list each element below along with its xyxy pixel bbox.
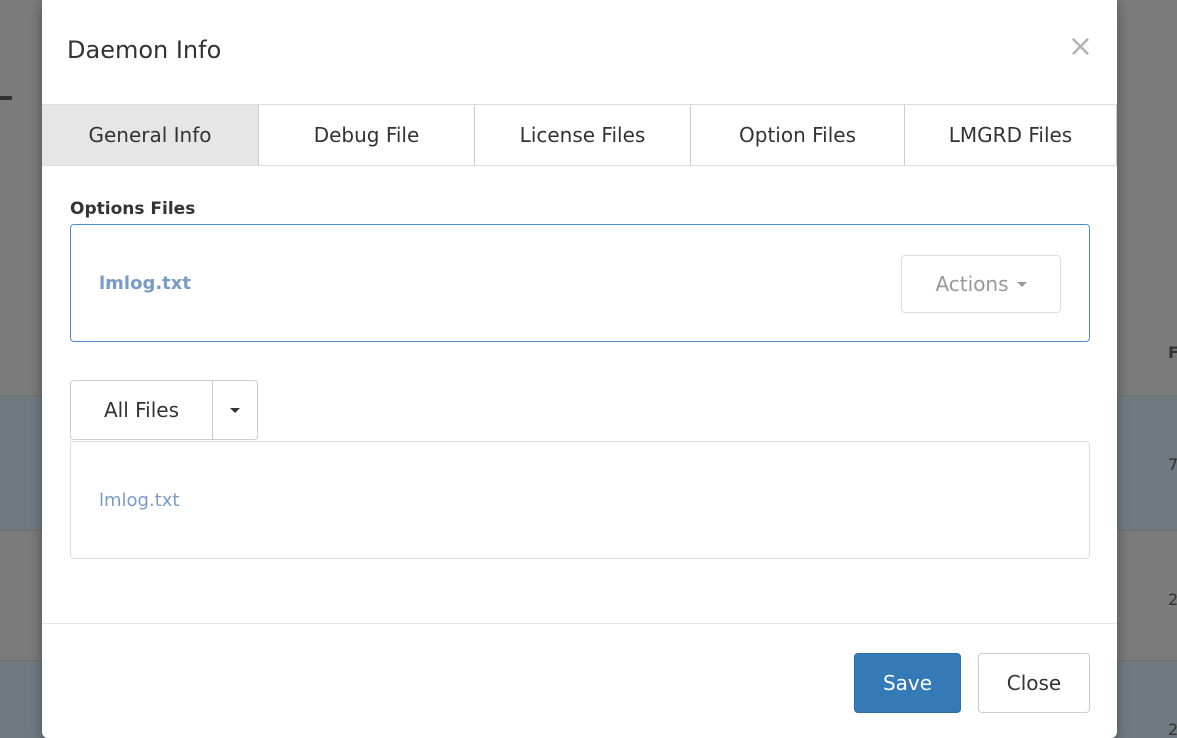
daemon-info-modal: Daemon Info × General Info Debug File Li… <box>42 0 1117 738</box>
tab-debug-file[interactable]: Debug File <box>259 105 475 165</box>
modal-title: Daemon Info <box>67 36 222 64</box>
background-fragment <box>0 96 12 100</box>
files-filter-dropdown: All Files <box>70 380 258 440</box>
caret-down-icon <box>230 407 240 413</box>
background-cell-fragment: 2 <box>1168 720 1177 738</box>
files-list-panel: lmlog.txt <box>70 441 1090 559</box>
modal-footer: Save Close <box>42 623 1117 738</box>
file-list-item[interactable]: lmlog.txt <box>99 490 179 511</box>
background-header-fragment: F <box>1168 343 1177 362</box>
files-filter-toggle[interactable] <box>213 381 257 439</box>
options-files-heading: Options Files <box>70 199 196 219</box>
tab-bar: General Info Debug File License Files Op… <box>42 104 1117 166</box>
tab-general-info[interactable]: General Info <box>42 105 259 165</box>
options-files-panel: lmlog.txt Actions <box>70 224 1090 342</box>
background-cell-fragment: 7 <box>1168 455 1177 474</box>
close-button[interactable]: Close <box>978 653 1090 713</box>
tab-license-files[interactable]: License Files <box>475 105 691 165</box>
actions-dropdown-button[interactable]: Actions <box>901 255 1061 313</box>
actions-label: Actions <box>935 272 1009 296</box>
save-button[interactable]: Save <box>854 653 961 713</box>
tab-option-files[interactable]: Option Files <box>691 105 905 165</box>
tab-lmgrd-files[interactable]: LMGRD Files <box>905 105 1117 165</box>
background-cell-fragment: 2 <box>1168 590 1177 609</box>
modal-header: Daemon Info × <box>42 0 1117 104</box>
files-filter-button[interactable]: All Files <box>71 381 213 439</box>
options-file-link[interactable]: lmlog.txt <box>99 273 191 294</box>
close-icon[interactable]: × <box>1068 32 1093 62</box>
caret-down-icon <box>1016 281 1027 287</box>
